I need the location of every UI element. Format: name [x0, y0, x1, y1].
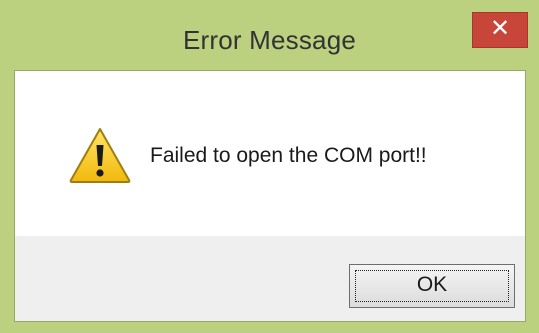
- close-icon: ✕: [489, 15, 511, 42]
- message-area: Failed to open the COM port!!: [15, 71, 525, 236]
- window-title: Error Message: [182, 25, 357, 55]
- ok-button[interactable]: OK: [349, 264, 515, 308]
- button-footer: OK: [15, 236, 525, 321]
- error-dialog: Error Message ✕ Failed to open the COM p…: [0, 0, 539, 333]
- warning-icon: [69, 128, 131, 183]
- dialog-client-area: Failed to open the COM port!! OK: [14, 70, 526, 322]
- error-message-text: Failed to open the COM port!!: [150, 144, 427, 167]
- close-button[interactable]: ✕: [472, 12, 528, 48]
- title-bar[interactable]: Error Message ✕: [0, 0, 539, 70]
